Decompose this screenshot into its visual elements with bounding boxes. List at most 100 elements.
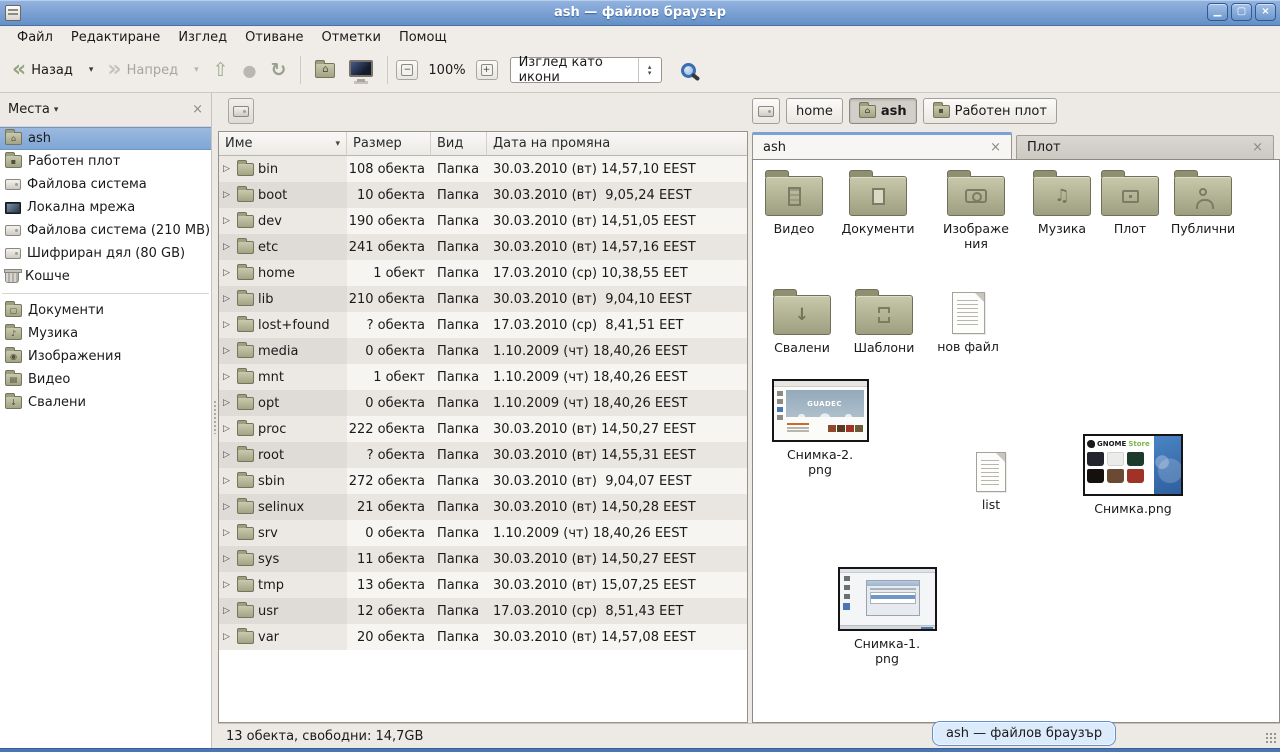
breadcrumb-desktop-button[interactable]: ▪ Работен плот [923,98,1057,124]
tab-ash[interactable]: ash × [752,132,1012,159]
splitter-handle[interactable] [213,400,217,434]
icon-item-video[interactable]: Видео [750,168,838,236]
table-row-opt[interactable]: ▷opt 0 обекта Папка 1.10.2009 (чт) 18,40… [219,390,747,416]
expander-icon[interactable]: ▷ [223,216,233,226]
icon-item-documents[interactable]: Документи [834,168,922,236]
expander-icon[interactable]: ▷ [223,398,233,408]
spinner-icon[interactable]: ▴▾ [639,64,661,76]
icon-item-templates[interactable]: Шаблони [840,287,928,355]
breadcrumb-root-button[interactable] [752,98,780,124]
sidebar-close-icon[interactable]: × [192,102,203,117]
column-header-date[interactable]: Дата на промяна [487,132,747,156]
up-button[interactable]: ⇧ [207,53,235,87]
back-button[interactable]: « Назад [6,53,79,87]
sidebar-item-encrypted-80gb[interactable]: Шифриран дял (80 GB) [0,242,211,265]
tree-root-button[interactable] [228,98,254,124]
expander-icon[interactable]: ▷ [223,580,233,590]
expander-icon[interactable]: ▷ [223,190,233,200]
icon-item-public[interactable]: Публични [1159,168,1247,236]
expander-icon[interactable]: ▷ [223,268,233,278]
table-row-sbin[interactable]: ▷sbin 272 обекта Папка 30.03.2010 (вт) 9… [219,468,747,494]
sidebar-item-desktop[interactable]: ▪ Работен плот [0,150,211,173]
chevron-down-icon[interactable]: ▾ [54,105,59,115]
back-dropdown[interactable]: ▾ [81,53,100,87]
table-row-srv[interactable]: ▷srv 0 обекта Папка 1.10.2009 (чт) 18,40… [219,520,747,546]
column-header-type[interactable]: Вид [431,132,487,156]
table-row-proc[interactable]: ▷proc 222 обекта Папка 30.03.2010 (вт) 1… [219,416,747,442]
close-button[interactable]: × [1255,3,1276,21]
tab-plot[interactable]: Плот × [1016,135,1274,159]
expander-icon[interactable]: ▷ [223,372,233,382]
icon-item-pictures[interactable]: Изображения [932,168,1020,251]
maximize-button[interactable]: ▢ [1231,3,1252,21]
computer-button[interactable] [343,53,379,87]
sidebar-item-music[interactable]: ♪ Музика [0,322,211,345]
icon-item-new-file[interactable]: нов файл [924,288,1012,354]
menu-go[interactable]: Отиване [236,27,312,48]
home-button[interactable]: ⌂ [309,53,341,87]
sidebar-item-pictures[interactable]: ◉ Изображения [0,345,211,368]
icon-view[interactable]: Видео Документи Изображения ♫ Музика Пло… [752,159,1280,723]
expander-icon[interactable]: ▷ [223,502,233,512]
forward-dropdown[interactable]: ▾ [186,53,205,87]
expander-icon[interactable]: ▷ [223,606,233,616]
tab-close-icon[interactable]: × [990,140,1001,155]
icon-item-snimka-1[interactable]: Снимка-1.png [833,567,941,666]
icon-item-snimka-2[interactable]: GUADEC Снимка-2.png [765,379,875,477]
icon-item-snimka[interactable]: GNOME Store Снимка.png [1078,434,1188,516]
table-row-usr[interactable]: ▷usr 12 обекта Папка 17.03.2010 (ср) 8,5… [219,598,747,624]
expander-icon[interactable]: ▷ [223,320,233,330]
icon-item-list[interactable]: list [947,448,1035,512]
forward-button[interactable]: » Напред [101,53,184,87]
table-row-root[interactable]: ▷root ? обекта Папка 30.03.2010 (вт) 14,… [219,442,747,468]
expander-icon[interactable]: ▷ [223,528,233,538]
table-row-selinux[interactable]: ▷selinux 21 обекта Папка 30.03.2010 (вт)… [219,494,747,520]
menu-bookmarks[interactable]: Отметки [312,27,389,48]
expander-icon[interactable]: ▷ [223,476,233,486]
icon-item-downloads[interactable]: ↓ Свалени [758,287,846,355]
menu-view[interactable]: Изглед [169,27,236,48]
column-header-name[interactable]: Име ▾ [219,132,347,156]
table-row-etc[interactable]: ▷etc 241 обекта Папка 30.03.2010 (вт) 14… [219,234,747,260]
table-row-media[interactable]: ▷media 0 обекта Папка 1.10.2009 (чт) 18,… [219,338,747,364]
view-mode-select[interactable]: Изглед като икони ▴▾ [510,57,662,83]
expander-icon[interactable]: ▷ [223,164,233,174]
table-row-bin[interactable]: ▷bin 108 обекта Папка 30.03.2010 (вт) 14… [219,156,747,182]
expander-icon[interactable]: ▷ [223,424,233,434]
reload-button[interactable]: ↻ [264,53,292,87]
column-header-size[interactable]: Размер [347,132,431,156]
expander-icon[interactable]: ▷ [223,242,233,252]
table-row-var[interactable]: ▷var 20 обекта Папка 30.03.2010 (вт) 14,… [219,624,747,650]
table-row-sys[interactable]: ▷sys 11 обекта Папка 30.03.2010 (вт) 14,… [219,546,747,572]
table-row-lib[interactable]: ▷lib 210 обекта Папка 30.03.2010 (вт) 9,… [219,286,747,312]
breadcrumb-home-button[interactable]: home [786,98,843,124]
table-row-lost-found[interactable]: ▷lost+found ? обекта Папка 17.03.2010 (с… [219,312,747,338]
expander-icon[interactable]: ▷ [223,294,233,304]
sidebar-item-video[interactable]: ▤ Видео [0,368,211,391]
sidebar-item-documents[interactable]: ▢ Документи [0,299,211,322]
sidebar-item-trash[interactable]: Кошче [0,265,211,288]
table-row-tmp[interactable]: ▷tmp 13 обекта Папка 30.03.2010 (вт) 15,… [219,572,747,598]
zoom-in-button[interactable]: + [476,60,498,80]
menu-edit[interactable]: Редактиране [62,27,169,48]
expander-icon[interactable]: ▷ [223,346,233,356]
sidebar-item-home[interactable]: ⌂ ash [0,127,211,150]
sidebar-item-filesystem-210mb[interactable]: Файлова система (210 MB) [0,219,211,242]
zoom-out-button[interactable]: − [396,60,418,80]
resize-grip-icon[interactable] [1265,732,1278,745]
minimize-button[interactable]: ▁ [1207,3,1228,21]
expander-icon[interactable]: ▷ [223,554,233,564]
breadcrumb-ash-button[interactable]: ⌂ ash [849,98,917,124]
sidebar-item-downloads[interactable]: ↓ Свалени [0,391,211,414]
table-row-dev[interactable]: ▷dev 190 обекта Папка 30.03.2010 (вт) 14… [219,208,747,234]
menu-file[interactable]: Файл [8,27,62,48]
table-row-home[interactable]: ▷home 1 обект Папка 17.03.2010 (ср) 10,3… [219,260,747,286]
expander-icon[interactable]: ▷ [223,450,233,460]
search-button[interactable] [674,55,704,85]
sidebar-title[interactable]: Места [8,102,50,117]
tab-close-icon[interactable]: × [1252,140,1263,155]
sidebar-item-filesystem[interactable]: Файлова система [0,173,211,196]
table-row-boot[interactable]: ▷boot 10 обекта Папка 30.03.2010 (вт) 9,… [219,182,747,208]
table-row-mnt[interactable]: ▷mnt 1 обект Папка 1.10.2009 (чт) 18,40,… [219,364,747,390]
menu-help[interactable]: Помощ [390,27,456,48]
